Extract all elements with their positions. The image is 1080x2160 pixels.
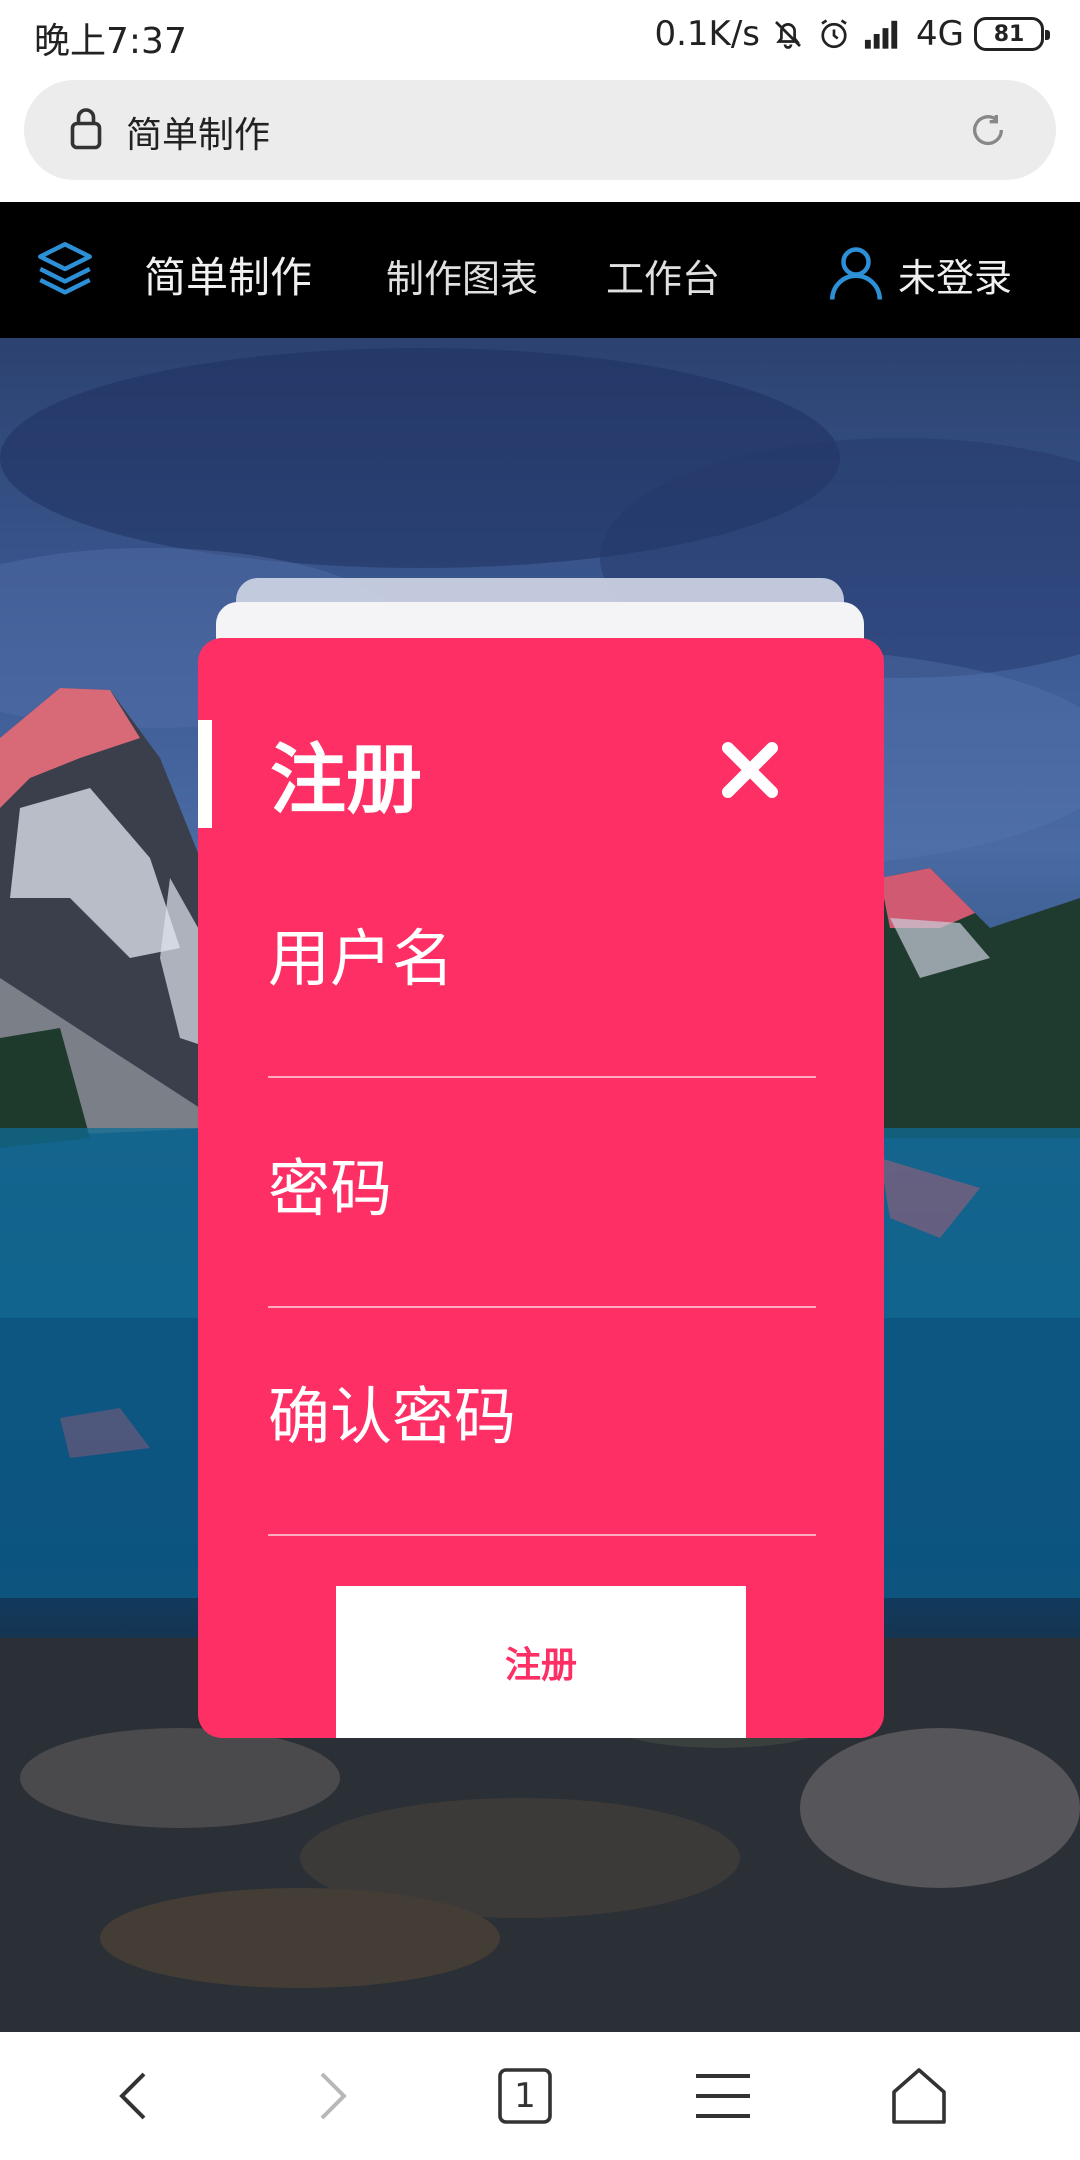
reload-icon[interactable] — [968, 110, 1008, 154]
nav-link-workspace[interactable]: 工作台 — [606, 248, 720, 303]
menu-icon[interactable] — [688, 2064, 758, 2128]
close-icon[interactable] — [718, 738, 782, 806]
lock-icon — [68, 104, 104, 156]
confirm-password-field[interactable]: 确认密码 — [268, 1366, 816, 1536]
register-button[interactable]: 注册 — [336, 1586, 746, 1738]
status-bar: 晚上7:37 0.1K/s 4G 81 — [0, 0, 1080, 68]
layers-logo-icon[interactable] — [32, 236, 98, 306]
password-label: 密码 — [268, 1152, 393, 1225]
address-bar[interactable]: 简单制作 — [24, 80, 1056, 180]
username-label: 用户名 — [268, 922, 455, 995]
username-field[interactable]: 用户名 — [268, 908, 816, 1078]
browser-bottom-bar: 1 — [0, 2032, 1080, 2160]
password-field[interactable]: 密码 — [268, 1138, 816, 1308]
alarm-icon — [816, 16, 852, 52]
title-accent-bar — [198, 720, 212, 828]
net-speed: 0.1K/s — [654, 14, 761, 54]
login-status-label: 未登录 — [898, 255, 1013, 300]
register-button-label: 注册 — [504, 1644, 577, 1685]
user-icon — [826, 242, 886, 306]
signal-icon — [862, 16, 906, 52]
modal-title: 注册 — [270, 735, 422, 824]
bell-muted-icon — [770, 16, 806, 52]
back-icon[interactable] — [100, 2064, 170, 2128]
tab-count: 1 — [514, 2076, 536, 2116]
status-time: 晚上7:37 — [34, 21, 187, 62]
nav-link-charts[interactable]: 制作图表 — [386, 248, 538, 303]
page-title: 简单制作 — [126, 115, 271, 156]
site-nav: 简单制作 制作图表 工作台 未登录 — [0, 202, 1080, 338]
status-indicators: 0.1K/s 4G 81 — [654, 12, 1050, 56]
register-modal: 注册 用户名 密码 确认密码 注册 — [198, 638, 884, 1738]
tabs-icon[interactable]: 1 — [490, 2064, 560, 2128]
login-status[interactable]: 未登录 — [826, 242, 1012, 306]
signal-label: 4G — [916, 14, 964, 54]
home-icon[interactable] — [884, 2064, 954, 2128]
forward-icon[interactable] — [296, 2064, 366, 2128]
nav-brand[interactable]: 简单制作 — [144, 244, 312, 305]
battery-icon: 81 — [974, 17, 1050, 51]
confirm-password-label: 确认密码 — [268, 1380, 517, 1453]
